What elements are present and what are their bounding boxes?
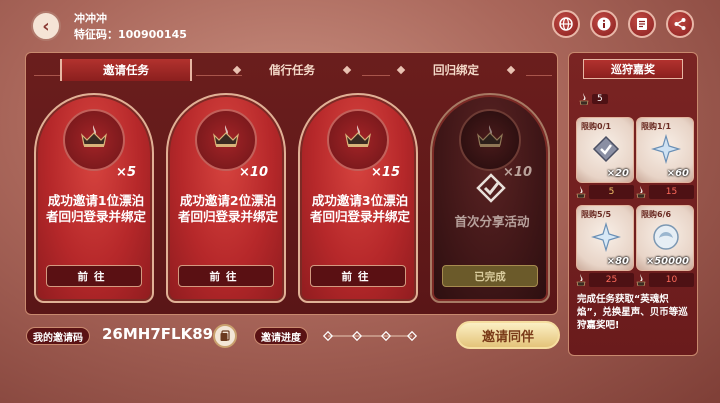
cost-value: 25: [589, 273, 634, 287]
go-button[interactable]: 前往: [178, 265, 274, 287]
top-icon-bar: [552, 10, 694, 38]
reward-multiplier: ×10: [503, 165, 532, 180]
task-card: ×10 成功邀请2位漂泊者回归登录并绑定 前往: [166, 93, 286, 303]
reward-item[interactable]: 限购0/1 ×20: [576, 117, 634, 183]
invite-companion-button[interactable]: 邀请同伴: [456, 321, 560, 349]
tab-companion-tasks[interactable]: 偕行任务: [226, 59, 358, 81]
flame-icon: [576, 186, 586, 198]
item-cost: 25: [576, 273, 634, 287]
task-description: 成功邀请2位漂泊者回归登录并绑定: [177, 193, 278, 224]
tab-invite-tasks[interactable]: 邀请任务: [60, 59, 192, 81]
task-card: ×5 成功邀请1位漂泊者回归登录并绑定 前往: [34, 93, 154, 303]
check-diamond-icon: [476, 173, 506, 203]
flame-icon: [636, 274, 646, 286]
task-description: 成功邀请1位漂泊者回归登录并绑定: [45, 193, 146, 224]
task-card-completed: ×10 首次分享活动 已完成: [430, 93, 550, 303]
shell-coin-icon: [653, 224, 679, 250]
crown-flame-icon: [477, 125, 503, 147]
task-card: ×15 成功邀请3位漂泊者回归登录并绑定 前往: [298, 93, 418, 303]
purchase-limit: 限购6/6: [641, 210, 672, 219]
reward-item[interactable]: 限购5/5 ×80: [576, 205, 634, 271]
reward-multiplier: ×5: [116, 165, 136, 180]
cost-value: 5: [589, 185, 634, 199]
tab-divider: [362, 75, 390, 76]
emblem-icon: [592, 135, 620, 163]
invite-code-value: 26MH7FLK89: [102, 325, 214, 343]
crown-flame-icon: [81, 125, 107, 147]
completed-button: 已完成: [442, 265, 538, 287]
flame-count-value: 5: [592, 94, 608, 104]
item-cost: 5: [576, 185, 634, 199]
back-button[interactable]: ‹: [31, 11, 61, 41]
flame-icon: [636, 186, 646, 198]
share-icon[interactable]: [666, 10, 694, 38]
purchase-limit: 限购0/1: [581, 122, 612, 131]
tab-bar: 邀请任务 偕行任务 回归绑定: [26, 59, 557, 81]
reward-item[interactable]: 限购6/6 ×50000: [636, 205, 694, 271]
invite-progress-label: 邀请进度: [254, 327, 308, 345]
diamond-icon: [396, 65, 406, 75]
reward-panel-title: 巡狩嘉奖: [583, 59, 683, 79]
globe-icon[interactable]: [552, 10, 580, 38]
item-cost: 15: [636, 185, 694, 199]
item-quantity: ×20: [606, 168, 629, 179]
go-button[interactable]: 前往: [310, 265, 406, 287]
info-icon[interactable]: [590, 10, 618, 38]
arrow-left-icon: ‹: [42, 15, 50, 37]
diamond-icon: [506, 65, 516, 75]
cost-value: 10: [649, 273, 694, 287]
flame-icon: [576, 274, 586, 286]
feature-code: 特征码：100900145: [74, 28, 187, 41]
tab-return-binding[interactable]: 回归绑定: [390, 59, 522, 81]
crown-flame-icon: [345, 125, 371, 147]
reward-multiplier: ×10: [239, 165, 268, 180]
item-cost: 10: [636, 273, 694, 287]
reward-panel: 巡狩嘉奖 5 限购0/1 ×20 5 限购1/1 ×60 15 限购5/5 ×8…: [568, 52, 698, 356]
tab-label: 回归绑定: [433, 63, 479, 77]
document-icon[interactable]: [628, 10, 656, 38]
task-description: 首次分享活动: [454, 214, 530, 229]
item-quantity: ×60: [666, 168, 689, 179]
purchase-limit: 限购1/1: [641, 122, 672, 131]
copy-icon[interactable]: [213, 324, 237, 348]
username: 冲冲冲: [74, 12, 107, 25]
tab-divider: [526, 75, 552, 76]
reward-multiplier: ×15: [371, 165, 400, 180]
reward-item[interactable]: 限购1/1 ×60: [636, 117, 694, 183]
flame-icon: [579, 93, 589, 105]
invite-code-label: 我的邀请码: [26, 327, 90, 345]
item-quantity: ×80: [606, 256, 629, 267]
task-description: 成功邀请3位漂泊者回归登录并绑定: [309, 193, 410, 224]
go-button[interactable]: 前往: [46, 265, 142, 287]
star-crystal-icon: [591, 222, 621, 252]
diamond-icon: [232, 65, 242, 75]
item-quantity: ×50000: [645, 256, 689, 267]
tab-label: 偕行任务: [269, 63, 315, 77]
tab-label: 邀请任务: [103, 63, 149, 77]
invite-task-panel: 邀请任务 偕行任务 回归绑定 ×5 成功邀请1位漂泊者回归登录并绑定 前往 ×1…: [25, 52, 558, 315]
invite-progress-track: [322, 330, 418, 342]
reward-note: 完成任务获取“英魂炽焰”，兑换星声、贝币等巡狩嘉奖吧!: [577, 294, 688, 331]
purchase-limit: 限购5/5: [581, 210, 612, 219]
star-crystal-icon: [651, 134, 681, 164]
flame-currency: 5: [579, 93, 608, 105]
cost-value: 15: [649, 185, 694, 199]
crown-flame-icon: [213, 125, 239, 147]
tab-divider: [34, 75, 62, 76]
diamond-icon: [342, 65, 352, 75]
